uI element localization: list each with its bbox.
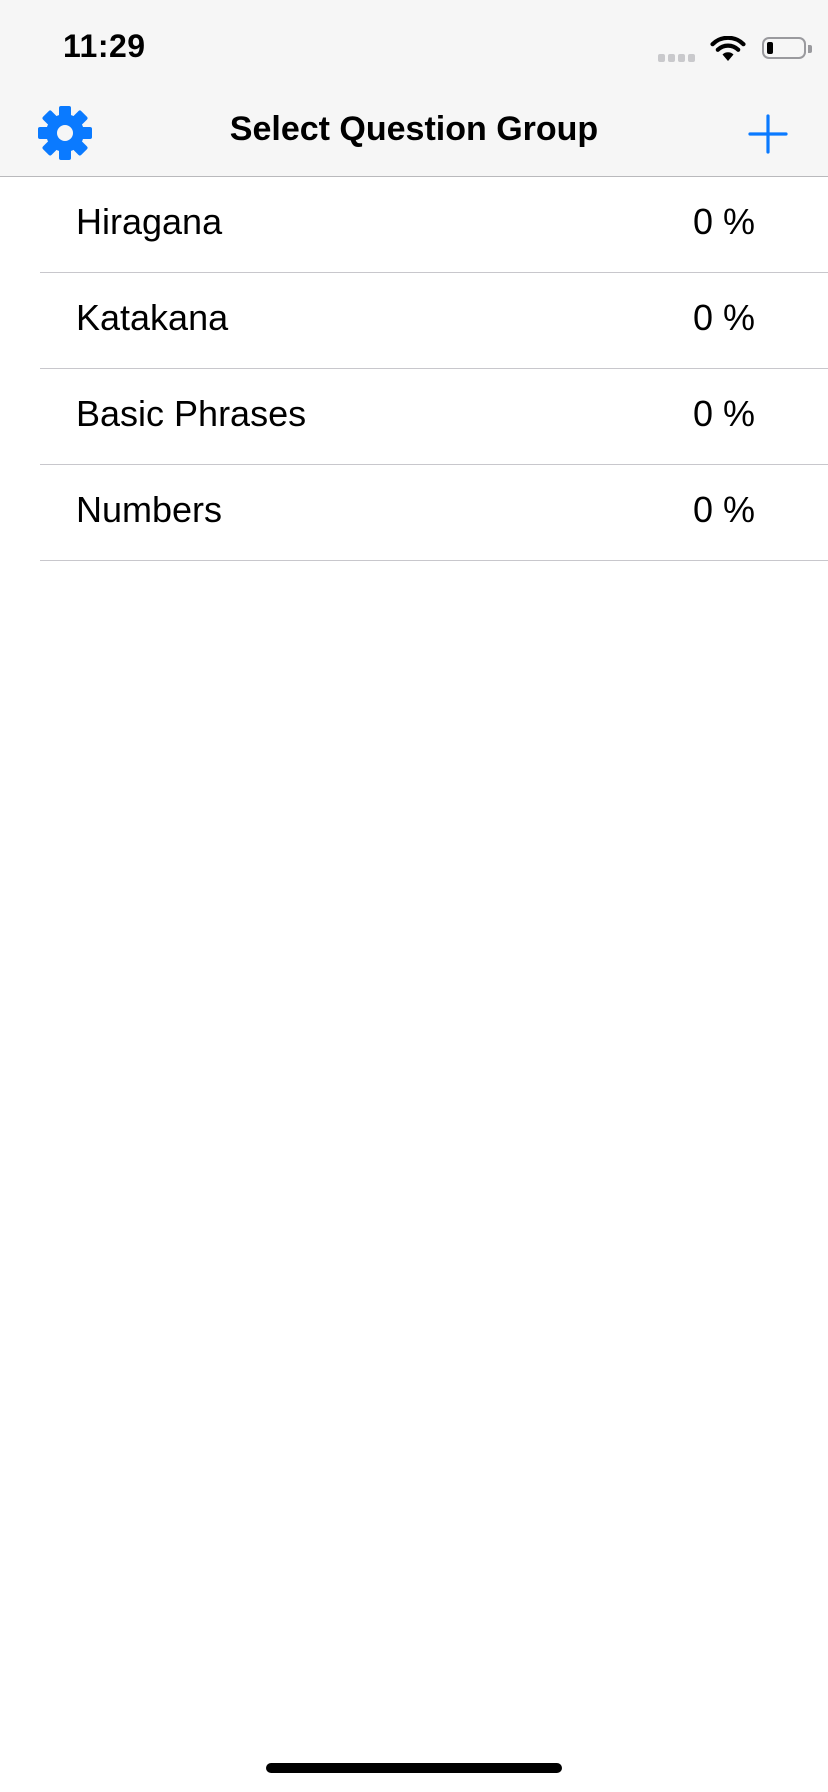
list-item-numbers[interactable]: Numbers 0 % — [0, 465, 828, 561]
cellular-signal-icon — [658, 54, 696, 62]
status-time: 11:29 — [63, 28, 146, 64]
add-group-button[interactable] — [744, 110, 792, 158]
screen: 11:29 Select Question Group Hiragana 0 %… — [0, 0, 828, 1792]
group-progress: 0 % — [692, 201, 755, 242]
question-group-list: Hiragana 0 % Katakana 0 % Basic Phrases … — [0, 177, 828, 561]
status-indicators — [648, 30, 828, 70]
wifi-icon — [710, 36, 746, 61]
settings-button[interactable] — [36, 104, 94, 162]
list-item-katakana[interactable]: Katakana 0 % — [0, 273, 828, 369]
page-title: Select Question Group — [229, 110, 599, 148]
list-item-hiragana[interactable]: Hiragana 0 % — [0, 177, 828, 273]
battery-icon — [762, 37, 806, 59]
group-name: Numbers — [76, 489, 223, 530]
group-name: Basic Phrases — [76, 393, 307, 434]
list-item-basic-phrases[interactable]: Basic Phrases 0 % — [0, 369, 828, 465]
plus-icon — [748, 114, 788, 154]
group-progress: 0 % — [692, 489, 755, 530]
gear-icon — [38, 106, 92, 160]
home-indicator[interactable] — [266, 1763, 562, 1773]
group-progress: 0 % — [692, 393, 755, 434]
group-name: Hiragana — [76, 201, 223, 242]
battery-level — [767, 42, 773, 54]
group-name: Katakana — [76, 297, 229, 338]
battery-cap — [808, 45, 812, 53]
group-progress: 0 % — [692, 297, 755, 338]
top-bar: 11:29 Select Question Group — [0, 0, 828, 177]
